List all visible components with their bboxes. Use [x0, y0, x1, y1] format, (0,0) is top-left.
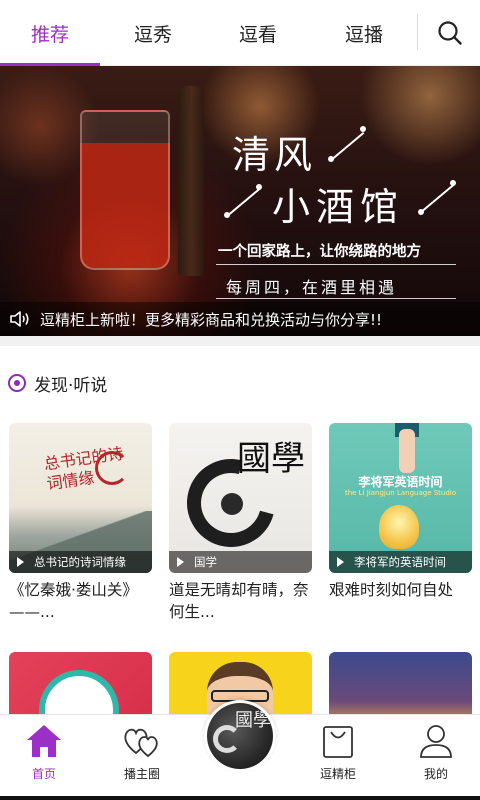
banner-rule: [216, 264, 456, 265]
home-icon: [27, 725, 61, 757]
banner-title-line2: 小酒馆: [272, 185, 405, 229]
hand-graphic: [399, 429, 415, 473]
nav-label: 首页: [31, 767, 56, 781]
card-caption: 李将军的英语时间: [354, 555, 446, 569]
banner-subtitle-line1: 一个回家路上，让你绕路的地方: [218, 244, 421, 260]
thumbnail-subtext: the Li Jiangjun Language Studio: [344, 489, 457, 497]
nav-label: 我的: [423, 767, 448, 781]
decor-dot: [360, 126, 366, 132]
guoxue-center-icon: 國學: [207, 703, 273, 769]
hearts-icon: [124, 728, 158, 758]
nav-mine[interactable]: 我的: [396, 723, 476, 787]
card-title: 道是无晴却有晴，奈何生...: [169, 581, 309, 621]
card-title: 《忆秦娥·娄山关》——...: [9, 581, 138, 621]
lightbulb-graphic: [379, 505, 419, 549]
banner-subtitle-line2: 每周四，在酒里相遇: [226, 278, 398, 297]
card-thumbnail: 李将军英语时间 the Li Jiangjun Language Studio …: [329, 423, 472, 573]
decor-dot: [256, 184, 262, 190]
thumbnail-text: 总书记的诗词情缘: [42, 443, 125, 494]
tab-doubo[interactable]: 逗播: [314, 0, 414, 66]
bottom-edge: [0, 796, 480, 800]
nav-doujinggui[interactable]: 逗精柜: [298, 723, 378, 787]
content-card[interactable]: 李将军英语时间 the Li Jiangjun Language Studio …: [329, 423, 472, 601]
decor-slash: [419, 183, 455, 214]
card-thumbnail: 國學 国学: [169, 423, 312, 573]
notice-text: 逗精柜上新啦！更多精彩商品和兑换活动与你分享!!: [40, 310, 383, 329]
play-icon: [17, 557, 24, 567]
thumbnail-text: 李将军英语时间: [358, 475, 443, 489]
nav-label: 播主圈: [123, 767, 160, 781]
section-title: 发现·听说: [34, 375, 108, 396]
thumbnail-text: 國學: [237, 439, 305, 479]
banner-rule: [216, 298, 456, 299]
content-card[interactable]: 总书记的诗词情缘 总书记的诗词情缘 《忆秦娥·娄山关》——...: [9, 423, 152, 623]
bottle-graphic: [178, 86, 204, 276]
nav-label: 逗精柜: [319, 767, 356, 781]
card-caption: 国学: [194, 555, 217, 569]
play-icon: [337, 557, 344, 567]
decor-dot: [418, 209, 424, 215]
card-caption-bar: 国学: [169, 551, 312, 573]
decor-dot: [224, 212, 230, 218]
card-caption-bar: 总书记的诗词情缘: [9, 551, 152, 573]
decor-slash: [329, 131, 365, 162]
ink-dot-graphic: [221, 493, 243, 515]
tab-recommend[interactable]: 推荐: [0, 0, 100, 66]
search-icon: [438, 21, 462, 45]
banner-title-line1: 清风: [232, 133, 317, 177]
card-caption-bar: 李将军的英语时间: [329, 551, 472, 573]
nav-home[interactable]: 首页: [4, 723, 84, 787]
play-icon: [177, 557, 184, 567]
target-icon: [8, 374, 26, 392]
center-action-button[interactable]: 國學: [204, 700, 276, 772]
shopping-bag-icon: [323, 726, 353, 758]
notice-bar[interactable]: 逗精柜上新啦！更多精彩商品和兑换活动与你分享!!: [0, 302, 480, 336]
card-title: 艰难时刻如何自处: [329, 581, 454, 599]
search-button[interactable]: [430, 13, 470, 53]
tab-doukan[interactable]: 逗看: [208, 0, 308, 66]
content-card[interactable]: [329, 652, 472, 722]
tab-douxiu[interactable]: 逗秀: [103, 0, 203, 66]
promo-banner[interactable]: 清风 小酒馆 一个回家路上，让你绕路的地方 每周四，在酒里相遇 逗精柜上新啦！更…: [0, 66, 480, 336]
beer-glass-graphic: [80, 110, 170, 270]
decor-slash: [225, 187, 261, 218]
card-caption: 总书记的诗词情缘: [34, 555, 126, 569]
decor-dot: [328, 156, 334, 162]
user-icon: [420, 725, 452, 758]
content-card[interactable]: [9, 652, 152, 722]
nav-bozhuquan[interactable]: 播主圈: [102, 723, 182, 787]
top-tab-bar: 推荐 逗秀 逗看 逗播: [0, 0, 480, 66]
center-button-text: 國學: [235, 710, 271, 731]
tab-divider: [417, 14, 418, 50]
card-thumbnail: 总书记的诗词情缘 总书记的诗词情缘: [9, 423, 152, 573]
content-card[interactable]: 國學 国学 道是无晴却有晴，奈何生...: [169, 423, 312, 623]
section-divider: [0, 336, 480, 346]
decor-dot: [450, 180, 456, 186]
speaker-icon: [0, 302, 40, 336]
section-header: 发现·听说: [8, 370, 107, 396]
